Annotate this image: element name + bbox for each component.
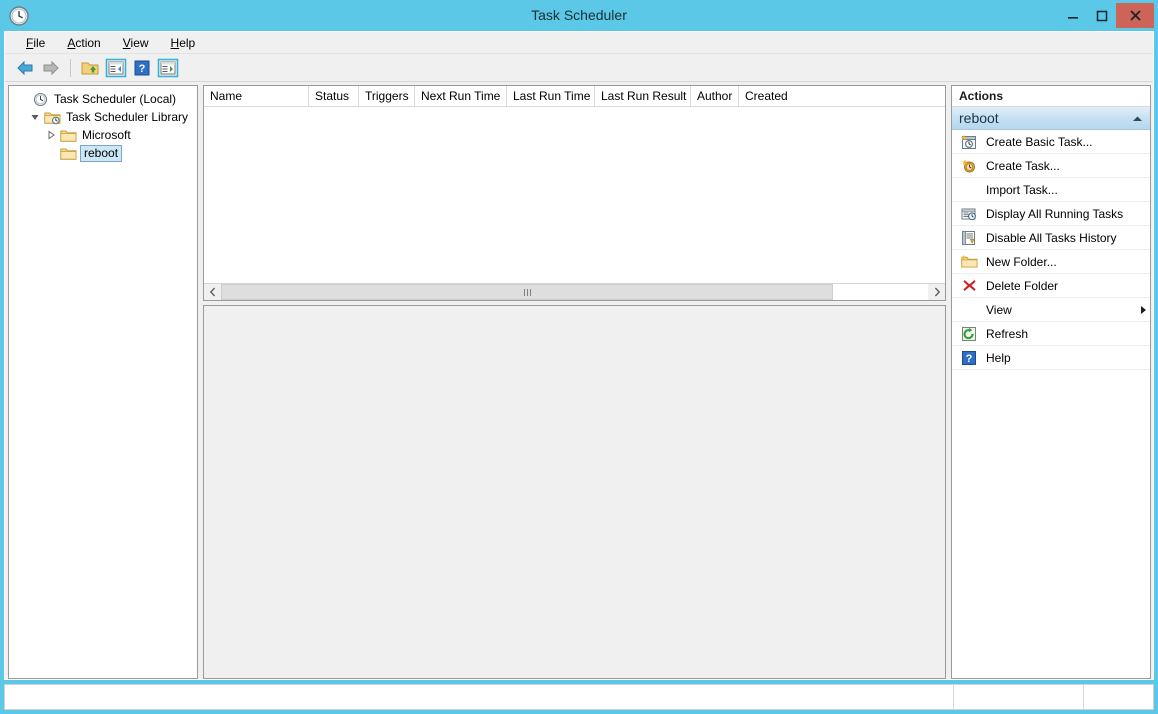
help-icon[interactable]: ? <box>130 56 154 80</box>
task-list-body[interactable] <box>204 107 945 283</box>
column-header-name[interactable]: Name <box>204 86 309 106</box>
action-label: Help <box>986 350 1011 365</box>
action-label: New Folder... <box>986 254 1057 269</box>
column-header-created[interactable]: Created <box>739 86 809 106</box>
status-bar <box>4 684 1154 710</box>
menu-bar: File Action View Help <box>5 32 1153 54</box>
console-tree-pane[interactable]: Task Scheduler (Local) Task Scheduler Li… <box>8 85 198 679</box>
minimize-button[interactable] <box>1058 3 1087 28</box>
title-bar: Task Scheduler <box>0 0 1158 31</box>
clock-icon <box>8 5 30 27</box>
status-bar-pane-2 <box>953 685 1083 709</box>
display-running-tasks-icon <box>960 206 978 222</box>
tree-node-label: Task Scheduler (Local) <box>54 91 177 106</box>
folder-icon <box>59 146 77 161</box>
action-label: Create Basic Task... <box>986 134 1093 149</box>
action-label: Refresh <box>986 326 1029 341</box>
task-detail-pane <box>203 305 946 679</box>
menu-help[interactable]: Help <box>160 33 207 53</box>
help-icon: ? <box>960 350 978 366</box>
disable-history-icon <box>960 230 978 246</box>
toolbar: ? <box>5 54 1153 82</box>
no-icon <box>960 302 978 318</box>
column-header-author[interactable]: Author <box>691 86 739 106</box>
show-hide-console-tree-icon[interactable] <box>104 56 128 80</box>
action-label: View <box>986 302 1012 317</box>
create-task-icon <box>960 158 978 174</box>
action-label: Delete Folder <box>986 278 1059 293</box>
task-list-horizontal-scrollbar[interactable] <box>204 283 945 300</box>
menu-file[interactable]: File <box>15 33 56 53</box>
no-icon <box>960 182 978 198</box>
window-controls <box>1058 3 1154 28</box>
chevron-right-icon[interactable] <box>928 284 945 300</box>
actions-pane-title: Actions <box>952 86 1150 107</box>
refresh-icon <box>960 326 978 342</box>
chevron-left-icon[interactable] <box>204 284 221 300</box>
status-bar-main <box>5 685 953 709</box>
action-disable-all-tasks-history[interactable]: Disable All Tasks History <box>952 226 1150 250</box>
tree-node-label: Microsoft <box>82 127 131 142</box>
scrollbar-thumb[interactable] <box>221 284 833 300</box>
show-hide-action-pane-icon[interactable] <box>156 56 180 80</box>
action-display-all-running-tasks[interactable]: Display All Running Tasks <box>952 202 1150 226</box>
close-button[interactable] <box>1116 3 1154 28</box>
svg-text:?: ? <box>139 63 146 75</box>
back-arrow-icon[interactable] <box>13 56 37 80</box>
task-list-box[interactable]: Name Status Triggers Next Run Time Last … <box>203 85 946 301</box>
action-create-basic-task[interactable]: Create Basic Task... <box>952 130 1150 154</box>
expander-collapsed-icon[interactable] <box>43 130 59 140</box>
task-scheduler-window: Task Scheduler File Action View Help ? T… <box>0 0 1158 714</box>
action-import-task[interactable]: Import Task... <box>952 178 1150 202</box>
column-header-last-run-result[interactable]: Last Run Result <box>595 86 691 106</box>
new-folder-icon <box>960 254 978 270</box>
chevron-up-icon[interactable] <box>1132 110 1143 126</box>
panes-container: Task Scheduler (Local) Task Scheduler Li… <box>5 82 1153 679</box>
action-label: Disable All Tasks History <box>986 230 1117 245</box>
column-header-status[interactable]: Status <box>309 86 359 106</box>
action-delete-folder[interactable]: Delete Folder <box>952 274 1150 298</box>
column-header-last-run-time[interactable]: Last Run Time <box>507 86 595 106</box>
actions-group-header-reboot[interactable]: reboot <box>952 107 1150 130</box>
action-label: Import Task... <box>986 182 1058 197</box>
actions-pane: Actions reboot Create Basic Task... Crea… <box>951 85 1151 679</box>
forward-arrow-icon[interactable] <box>39 56 63 80</box>
action-create-task[interactable]: Create Task... <box>952 154 1150 178</box>
action-new-folder[interactable]: New Folder... <box>952 250 1150 274</box>
submenu-arrow-icon <box>1136 305 1150 315</box>
tree-node-task-scheduler-local[interactable]: Task Scheduler (Local) <box>9 90 197 108</box>
tree-node-label: reboot <box>80 144 123 162</box>
tree-node-microsoft[interactable]: Microsoft <box>9 126 197 144</box>
folder-clock-icon <box>43 110 61 125</box>
window-title: Task Scheduler <box>531 7 627 23</box>
delete-folder-icon <box>960 278 978 294</box>
status-bar-pane-3 <box>1083 685 1153 709</box>
create-basic-task-icon <box>960 134 978 150</box>
tree-node-task-scheduler-library[interactable]: Task Scheduler Library <box>9 108 197 126</box>
maximize-button[interactable] <box>1087 3 1116 28</box>
clock-icon <box>31 92 49 107</box>
expander-expanded-icon[interactable] <box>27 112 43 122</box>
tree-node-reboot[interactable]: reboot <box>9 144 197 162</box>
action-label: Display All Running Tasks <box>986 206 1124 221</box>
scrollbar-track[interactable] <box>221 284 928 300</box>
toolbar-separator <box>70 58 71 77</box>
task-list-header: Name Status Triggers Next Run Time Last … <box>204 86 945 107</box>
up-folder-icon[interactable] <box>78 56 102 80</box>
action-help[interactable]: ? Help <box>952 346 1150 370</box>
tree-node-label: Task Scheduler Library <box>66 109 189 124</box>
actions-group-label: reboot <box>959 110 999 126</box>
column-header-next-run-time[interactable]: Next Run Time <box>415 86 507 106</box>
scroll-grip-icon <box>523 288 531 296</box>
action-label: Create Task... <box>986 158 1060 173</box>
menu-view[interactable]: View <box>112 33 160 53</box>
menu-action[interactable]: Action <box>56 33 111 53</box>
svg-text:?: ? <box>966 353 973 365</box>
folder-icon <box>59 128 77 143</box>
action-refresh[interactable]: Refresh <box>952 322 1150 346</box>
client-area: File Action View Help ? Task Scheduler (… <box>4 31 1154 680</box>
column-header-triggers[interactable]: Triggers <box>359 86 415 106</box>
action-view[interactable]: View <box>952 298 1150 322</box>
task-list-pane: Name Status Triggers Next Run Time Last … <box>203 85 946 679</box>
